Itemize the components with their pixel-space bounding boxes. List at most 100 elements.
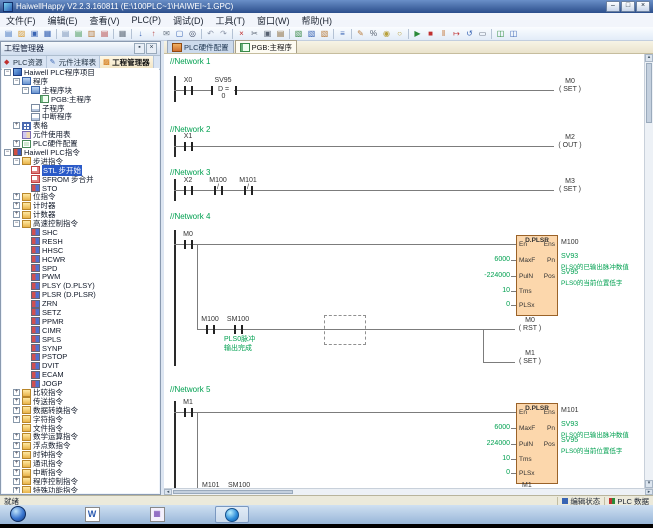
paste-icon[interactable]: ▤ [274,28,287,40]
save-icon[interactable]: ▣ [28,28,41,40]
tree-item[interactable]: −高速控制指令 [2,219,159,228]
cut-icon[interactable]: ✂ [248,28,261,40]
tree-item[interactable]: SHC [2,228,159,237]
tree-item[interactable]: ZRN [2,299,159,308]
maximize-button[interactable]: □ [621,1,635,12]
io-table-icon[interactable]: ▭ [476,28,489,40]
tree-item[interactable]: +数据转换指令 [2,406,159,415]
tree-expander-icon[interactable]: + [13,451,20,458]
doc-tab-PLC硬件配置[interactable]: PLC硬件配置 [167,40,234,53]
menu-item[interactable]: 文件(F) [0,14,42,27]
lock-icon[interactable]: ◉ [380,28,393,40]
tree-expander-icon[interactable]: + [13,433,20,440]
tree-item[interactable]: PGB:主程序 [2,95,159,104]
tree-item[interactable]: CIMR [2,326,159,335]
save-all-icon[interactable]: ▦ [41,28,54,40]
tree-expander-icon[interactable]: − [13,220,20,227]
tree-item[interactable]: +位指令 [2,192,159,201]
upload-plc-icon[interactable]: ↑ [147,28,160,40]
tree-expander-icon[interactable]: + [13,487,20,493]
tree-expander-icon[interactable]: + [13,211,20,218]
find-icon[interactable]: ◎ [186,28,199,40]
tree-expander-icon[interactable]: + [13,442,20,449]
open-file-icon[interactable]: ▨ [15,28,28,40]
menu-item[interactable]: 工具(T) [210,14,252,27]
menu-item[interactable]: 编辑(E) [42,14,84,27]
horizontal-scrollbar[interactable]: ◂ ▸ [164,488,653,495]
tree-expander-icon[interactable]: + [13,122,20,129]
delete-icon[interactable]: × [235,28,248,40]
new-file-icon[interactable]: ▤ [2,28,15,40]
plc-offline-icon[interactable]: ◫ [507,28,520,40]
tree-expander-icon[interactable]: − [4,69,11,76]
tree-item[interactable]: +计时器 [2,201,159,210]
insert-network-icon[interactable]: ≡ [336,28,349,40]
run-icon[interactable]: ▶ [411,28,424,40]
tree-expander-icon[interactable]: − [22,87,29,94]
doc-check-icon[interactable]: ▤ [98,28,111,40]
tree-item[interactable]: PLSR (D.PLSR) [2,290,159,299]
hscroll-thumb[interactable] [173,490,293,494]
tree-expander-icon[interactable]: − [13,158,20,165]
tree-item[interactable]: SPD [2,264,159,273]
download-plc-icon[interactable]: ↓ [134,28,147,40]
tree-item[interactable]: SPLS [2,335,159,344]
tree-item[interactable]: RESH [2,237,159,246]
tree-item[interactable]: SYNP [2,344,159,353]
tree-item[interactable]: +数学运算指令 [2,433,159,442]
compile-all-icon[interactable]: ▧ [305,28,318,40]
tree-expander-icon[interactable]: + [13,469,20,476]
reset-icon[interactable]: ↺ [463,28,476,40]
tree-item[interactable]: JOGP [2,379,159,388]
print-icon[interactable]: ▦ [116,28,129,40]
tree-item[interactable]: PWM [2,272,159,281]
tree-item[interactable]: DVIT [2,361,159,370]
tree-item[interactable]: +特殊功能指令 [2,486,159,493]
tree-expander-icon[interactable]: − [13,78,20,85]
tree-expander-icon[interactable]: + [13,478,20,485]
import-icon[interactable]: ▤ [59,28,72,40]
tree-item[interactable]: +传送指令 [2,397,159,406]
menu-item[interactable]: PLC(P) [126,15,168,25]
mail-icon[interactable]: ✉ [160,28,173,40]
tree-item[interactable]: −Haiwell PLC指令 [2,148,159,157]
tree-item[interactable]: ECAM [2,370,159,379]
tree-expander-icon[interactable]: + [13,193,20,200]
doc-properties-icon[interactable]: ▥ [85,28,98,40]
tree-item[interactable]: PSTOP [2,353,159,362]
compile-icon[interactable]: ▧ [292,28,305,40]
tree-item[interactable]: SFROM 步合并 [2,175,159,184]
tree-item[interactable]: 中断程序 [2,112,159,121]
plsr-function-block[interactable]: D.PLSREnEnsMaxFPulNTmsPLSxPnPos [516,403,558,484]
copy-icon[interactable]: ▣ [261,28,274,40]
tree-item[interactable]: −Haiwell PLC程序项目 [2,68,159,77]
tree-expander-icon[interactable]: − [4,149,11,156]
taskbar-haiwell-button[interactable] [215,506,249,523]
undo-icon[interactable]: ↶ [204,28,217,40]
tree-expander-icon[interactable]: + [13,398,20,405]
minimize-button[interactable]: – [606,1,620,12]
tree-item[interactable]: 文件指令 [2,424,159,433]
pause-icon[interactable]: ‖ [437,28,450,40]
vertical-scrollbar[interactable]: ▴ ▾ [644,54,653,488]
doc-tab-PGB:主程序[interactable]: PGB:主程序 [235,40,297,53]
tree-item[interactable]: 元件使用表 [2,130,159,139]
tree-item[interactable]: SETZ [2,308,159,317]
tree-item[interactable]: +计数器 [2,210,159,219]
tree-expander-icon[interactable]: + [13,460,20,467]
pin-icon[interactable]: ▪ [134,43,145,54]
tree-item[interactable]: +通讯指令 [2,459,159,468]
menu-item[interactable]: 帮助(H) [296,14,339,27]
tree-item[interactable]: +比较指令 [2,388,159,397]
scroll-down-icon[interactable]: ▾ [645,480,653,488]
taskbar-word-button[interactable]: W [75,506,109,523]
taskbar-viewer-button[interactable]: ▦ [140,506,174,523]
tree-expander-icon[interactable]: + [13,140,20,147]
close-button[interactable]: × [636,1,650,12]
vscroll-thumb[interactable] [646,63,652,123]
tree-item[interactable]: +浮点数指令 [2,441,159,450]
menu-item[interactable]: 调试(D) [167,14,210,27]
scroll-up-icon[interactable]: ▴ [645,54,653,62]
tree-item[interactable]: +字符指令 [2,415,159,424]
tree-item[interactable]: HCWR [2,255,159,264]
